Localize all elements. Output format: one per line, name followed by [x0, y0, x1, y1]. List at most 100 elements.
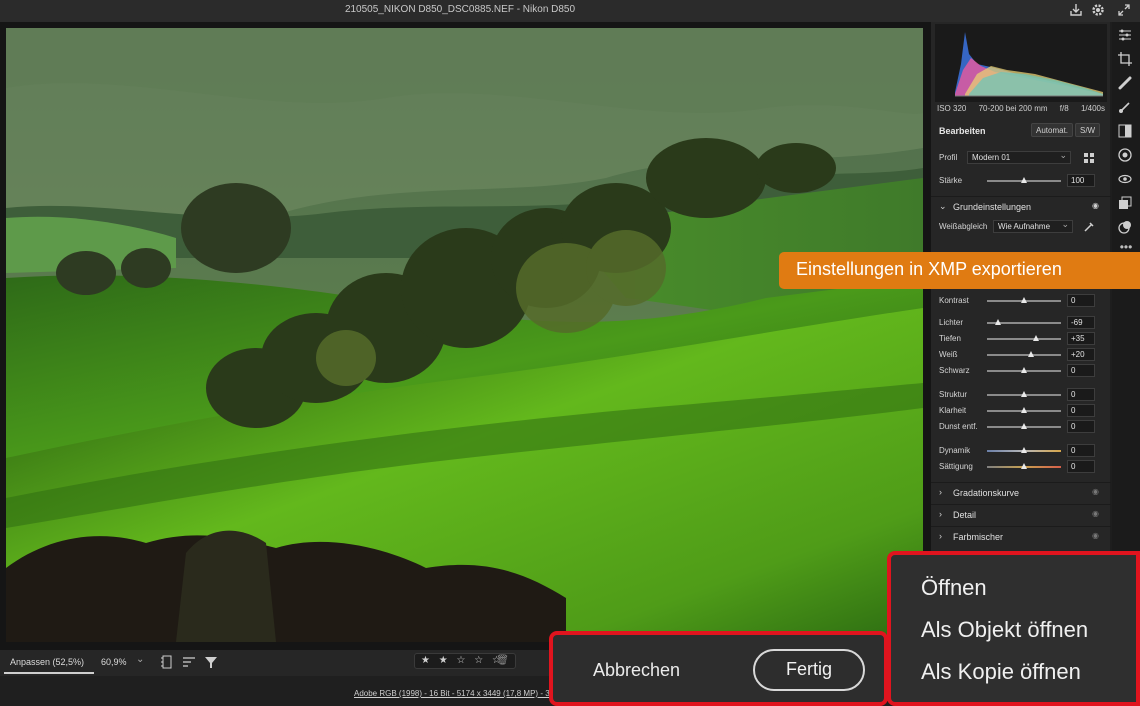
slider-knob[interactable]	[1020, 423, 1027, 429]
section-color-mixer[interactable]: › Farbmischer ◉	[931, 526, 1111, 546]
slider-row: Schwarz 0	[939, 364, 1103, 378]
slider-knob[interactable]	[1020, 447, 1027, 453]
profile-browser-icon[interactable]	[1083, 151, 1095, 169]
slider-track[interactable]	[987, 297, 1061, 303]
slider-label: Lichter	[939, 318, 964, 327]
dialog-buttons-highlight: Abbrechen Fertig	[549, 631, 888, 706]
slider-knob[interactable]	[1020, 391, 1027, 397]
slider-knob[interactable]	[1020, 367, 1027, 373]
slider-value[interactable]: 0	[1067, 444, 1095, 457]
red-eye-icon[interactable]	[1118, 172, 1134, 188]
section-tone-curve[interactable]: › Gradationskurve ◉	[931, 482, 1111, 502]
cancel-button[interactable]: Abbrechen	[593, 660, 680, 681]
slider-track[interactable]	[987, 335, 1061, 341]
section-label: Gradationskurve	[953, 488, 1020, 498]
slider-value[interactable]: +20	[1067, 348, 1095, 361]
fit-zoom-button[interactable]: Anpassen (52,5%)	[10, 657, 84, 667]
slider-value[interactable]: 0	[1067, 404, 1095, 417]
slider-knob[interactable]	[1033, 335, 1040, 341]
slider-row: Dynamik 0	[939, 444, 1103, 458]
slider-label: Dynamik	[939, 446, 971, 455]
slider-value[interactable]: 0	[1067, 460, 1095, 473]
presets-icon[interactable]	[1118, 220, 1134, 236]
slider-row: Lichter -69	[939, 316, 1103, 330]
slider-row: Klarheit 0	[939, 404, 1103, 418]
sort-icon[interactable]	[182, 655, 196, 674]
title-bar: 210505_NIKON D850_DSC0885.NEF - Nikon D8…	[0, 0, 1140, 22]
slider-value[interactable]: 0	[1067, 364, 1095, 377]
section-detail[interactable]: › Detail ◉	[931, 504, 1111, 524]
workflow-options-link[interactable]: Adobe RGB (1998) - 16 Bit - 5174 x 3449 …	[354, 689, 550, 698]
shutter-value: 1/400s	[1080, 104, 1105, 113]
chevron-down-icon: ⌄	[939, 201, 947, 211]
chevron-right-icon: ›	[939, 487, 942, 497]
auto-button[interactable]: Automat.	[1031, 123, 1074, 137]
crop-icon[interactable]	[1118, 52, 1134, 68]
done-button[interactable]: Fertig	[753, 649, 865, 691]
section-basic[interactable]: ⌄ Grundeinstellungen ◉	[931, 196, 1111, 216]
open-as-copy-button[interactable]: Als Kopie öffnen	[921, 659, 1081, 685]
slider-track[interactable]	[987, 319, 1061, 325]
slider-knob[interactable]	[1020, 297, 1027, 303]
slider-row: Kontrast 0	[939, 294, 1103, 308]
basic-title: Grundeinstellungen	[953, 202, 1032, 212]
eye-icon[interactable]: ◉	[1092, 201, 1099, 210]
slider-knob[interactable]	[995, 319, 1002, 325]
slider-value[interactable]: 0	[1067, 294, 1095, 307]
bw-button[interactable]: S/W	[1075, 123, 1101, 137]
slider-track[interactable]	[987, 391, 1061, 397]
export-icon[interactable]	[1068, 2, 1086, 20]
star-rating[interactable]: ★ ★ ☆ ☆ ☆ 🗑	[414, 653, 516, 669]
slider-value[interactable]: -69	[1067, 316, 1095, 329]
trash-icon[interactable]: 🗑	[496, 654, 509, 668]
slider-value[interactable]: 0	[1067, 420, 1095, 433]
amount-slider[interactable]	[987, 177, 1061, 183]
slider-label: Tiefen	[939, 334, 961, 343]
slider-label: Sättigung	[939, 462, 973, 471]
slider-track[interactable]	[987, 447, 1061, 453]
wb-select[interactable]: Wie Aufnahme	[993, 219, 1073, 233]
linear-gradient-icon[interactable]	[1118, 124, 1134, 140]
profile-select[interactable]: Modern 01	[967, 150, 1071, 164]
amount-value[interactable]: 100	[1067, 174, 1095, 187]
radial-gradient-icon[interactable]	[1118, 148, 1134, 164]
slider-row: Struktur 0	[939, 388, 1103, 402]
slider-knob[interactable]	[1020, 463, 1027, 469]
healing-brush-icon[interactable]	[1118, 76, 1134, 92]
gear-icon[interactable]	[1090, 2, 1108, 20]
slider-label: Klarheit	[939, 406, 967, 415]
slider-label: Struktur	[939, 390, 968, 399]
slider-value[interactable]: +35	[1067, 332, 1095, 345]
profile-label: Profil	[939, 153, 958, 162]
brush-icon[interactable]	[1118, 100, 1134, 116]
eye-icon[interactable]: ◉	[1092, 531, 1099, 540]
amount-label: Stärke	[939, 176, 963, 185]
chevron-down-icon[interactable]: ⌄	[136, 654, 144, 665]
wb-label: Weißabgleich	[939, 222, 988, 231]
filter-icon[interactable]	[204, 655, 218, 674]
slider-track[interactable]	[987, 351, 1061, 357]
snapshots-icon[interactable]	[1118, 196, 1134, 212]
eye-icon[interactable]: ◉	[1092, 487, 1099, 496]
eye-icon[interactable]: ◉	[1092, 509, 1099, 518]
zoom-select[interactable]: 60,9%	[101, 657, 127, 667]
slider-track[interactable]	[987, 407, 1061, 413]
slider-track[interactable]	[987, 367, 1061, 373]
image-canvas[interactable]	[0, 22, 930, 650]
slider-track[interactable]	[987, 423, 1061, 429]
amount-slider-knob[interactable]	[1020, 177, 1027, 183]
open-as-object-button[interactable]: Als Objekt öffnen	[921, 617, 1088, 643]
fit-zoom-underline	[4, 672, 94, 674]
filmstrip-icon[interactable]	[160, 655, 174, 674]
eyedropper-icon[interactable]	[1083, 220, 1095, 238]
slider-label: Dunst entf.	[939, 422, 978, 431]
open-button[interactable]: Öffnen	[921, 575, 987, 601]
slider-label: Weiß	[939, 350, 958, 359]
slider-knob[interactable]	[1020, 407, 1027, 413]
rating-stars[interactable]: ★ ★ ☆ ☆ ☆	[421, 655, 504, 666]
slider-track[interactable]	[987, 463, 1061, 469]
expand-icon[interactable]	[1116, 2, 1134, 20]
slider-value[interactable]: 0	[1067, 388, 1095, 401]
slider-knob[interactable]	[1027, 351, 1034, 357]
edit-sliders-icon[interactable]	[1118, 28, 1134, 44]
